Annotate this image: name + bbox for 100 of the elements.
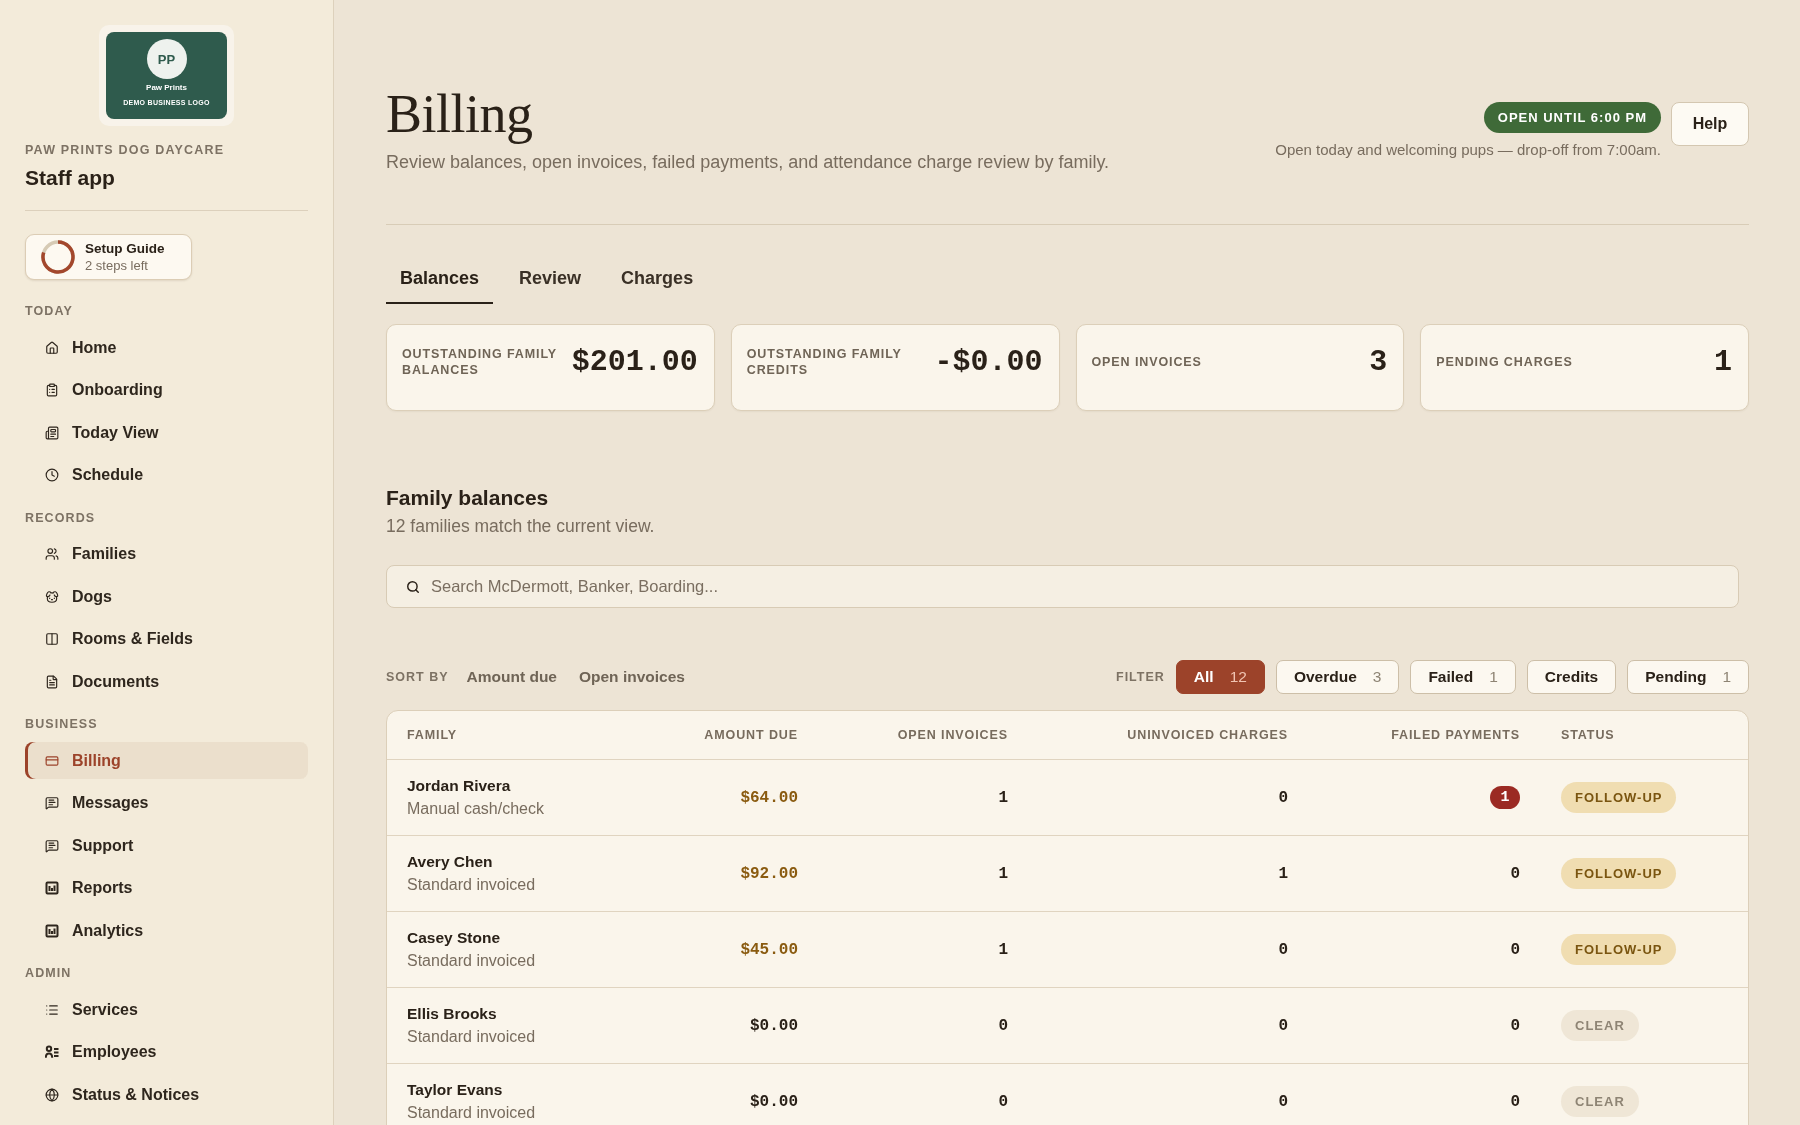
nav-item[interactable]: Schedule (25, 456, 308, 494)
family-name: Taylor Evans (407, 1080, 504, 1100)
progress-ring-icon (40, 239, 76, 275)
column-header: FAILED PAYMENTS (1391, 728, 1520, 742)
stat-value: -$0.00 (934, 344, 1043, 379)
sort-option[interactable]: Open invoices (574, 668, 689, 686)
result-count: 12 families match the current view. (386, 515, 656, 537)
nav-item[interactable]: Billing (25, 742, 308, 779)
nav-item[interactable]: Messages (25, 784, 308, 822)
tab[interactable]: Charges (607, 254, 708, 304)
billing-plan: Manual cash/check (407, 799, 545, 819)
nav-item[interactable]: Families (25, 535, 308, 573)
uninvoiced-charges-count: 0 (1278, 788, 1288, 807)
family-name: Jordan Rivera (407, 776, 512, 796)
nav-item[interactable]: Rooms & Fields (25, 620, 308, 658)
filter-label: FILTER (1116, 670, 1165, 684)
bar-chart-icon (45, 923, 59, 938)
page-title: Billing (386, 86, 533, 142)
open-invoices-count: 0 (998, 1016, 1008, 1035)
setup-guide-title: Setup Guide (85, 240, 165, 257)
billing-plan: Standard invoiced (407, 1027, 537, 1047)
column-header: OPEN INVOICES (897, 728, 1008, 742)
amount-due: $0.00 (750, 1092, 798, 1111)
sort-option[interactable]: Amount due (462, 668, 561, 686)
column-header: FAMILY (407, 728, 458, 742)
nav-section-label: BUSINESS (25, 716, 99, 732)
clipboard-icon (45, 383, 59, 397)
nav-section-label: RECORDS (25, 509, 97, 526)
chat-bubble-icon (45, 796, 59, 810)
nav-section-label: ADMIN (25, 965, 73, 981)
stat-label: OUTSTANDING FAMILY BALANCES (402, 345, 558, 378)
nav-item[interactable]: Employees (25, 1033, 308, 1071)
stat-value: 1 (1714, 344, 1732, 379)
stat-label: PENDING CHARGES (1436, 353, 1574, 370)
setup-guide-card[interactable]: Setup Guide 2 steps left (25, 234, 192, 280)
search-field[interactable]: Search McDermott, Banker, Boarding... (386, 565, 1739, 608)
section-title: Family balances (386, 485, 550, 511)
bar-chart-icon (45, 881, 59, 895)
column-header: STATUS (1560, 728, 1615, 742)
uninvoiced-charges-count: 0 (1278, 1016, 1288, 1035)
business-name: PAW PRINTS DOG DAYCARE (25, 143, 226, 157)
help-button[interactable]: Help (1671, 102, 1749, 146)
billing-plan: Standard invoiced (407, 1103, 537, 1123)
clock-icon (45, 468, 59, 482)
page-subtitle: Review balances, open invoices, failed payments, and attendance charge review by family. (386, 151, 1110, 174)
family-name: Ellis Brooks (407, 1004, 498, 1024)
nav-item[interactable]: Dogs (25, 578, 308, 615)
stat-value: 3 (1369, 344, 1388, 379)
status-badge: FOLLOW-UP (1561, 858, 1677, 889)
stat-label: OUTSTANDING FAMILY CREDITS (746, 345, 903, 378)
nav-item[interactable]: Today View (25, 414, 308, 451)
setup-guide-steps: 2 steps left (85, 257, 165, 274)
billing-plan: Standard invoiced (407, 875, 537, 895)
column-header: UNINVOICED CHARGES (1127, 728, 1288, 742)
columns-icon (45, 632, 59, 646)
filter-chip[interactable]: Pending 1 (1627, 660, 1749, 694)
open-invoices-count: 0 (998, 1092, 1008, 1111)
failed-payments-count: 0 (1510, 1092, 1520, 1111)
failed-payments-count: 0 (1510, 1016, 1520, 1035)
nav-item[interactable]: Documents (25, 663, 308, 700)
amount-due: $92.00 (740, 864, 798, 883)
nav-item[interactable]: Onboarding (25, 371, 308, 409)
logo-initials: PP (146, 39, 187, 79)
hours-badge: OPEN UNTIL 6:00 PM (1483, 102, 1661, 133)
sort-label: SORT BY (386, 670, 449, 684)
stat-value: $201.00 (571, 344, 698, 379)
nav-item[interactable]: Reports (25, 869, 308, 907)
nav-item[interactable]: Analytics (25, 912, 308, 949)
logo-name: Paw Prints (146, 83, 187, 93)
uninvoiced-charges-count: 0 (1278, 940, 1288, 959)
list-icon (45, 1002, 59, 1017)
column-header: AMOUNT DUE (704, 728, 798, 742)
amount-due: $45.00 (740, 940, 798, 959)
failed-payments-count: 0 (1510, 940, 1520, 959)
nav-item[interactable]: Home (25, 329, 308, 366)
filter-chip[interactable]: Failed 1 (1410, 660, 1516, 694)
dog-icon (45, 589, 59, 604)
filter-chip[interactable]: Credits (1526, 660, 1617, 694)
filter-chip[interactable]: Overdue 3 (1275, 660, 1400, 694)
credit-card-icon (45, 753, 59, 768)
failed-payments-alert: 1 (1490, 786, 1520, 809)
nav-item[interactable]: Status & Notices (25, 1076, 308, 1113)
newspaper-icon (45, 425, 59, 440)
open-invoices-count: 1 (998, 940, 1008, 959)
people-icon (45, 547, 59, 561)
family-name: Casey Stone (407, 928, 502, 948)
tab[interactable]: Review (505, 254, 596, 304)
filter-chip[interactable]: All 12 (1175, 660, 1265, 694)
status-badge: CLEAR (1561, 1086, 1639, 1117)
amount-due: $0.00 (750, 1016, 798, 1035)
amount-due: $64.00 (740, 788, 798, 807)
chat-bubble-icon (45, 838, 59, 853)
tab[interactable]: Balances (386, 254, 494, 304)
nav-item[interactable]: Services (25, 991, 308, 1028)
nav-item[interactable]: Support (25, 827, 308, 864)
billing-plan: Standard invoiced (407, 951, 537, 971)
status-badge: FOLLOW-UP (1561, 782, 1677, 813)
uninvoiced-charges-count: 0 (1278, 1092, 1288, 1111)
open-invoices-count: 1 (998, 864, 1008, 883)
status-badge: FOLLOW-UP (1561, 934, 1677, 965)
